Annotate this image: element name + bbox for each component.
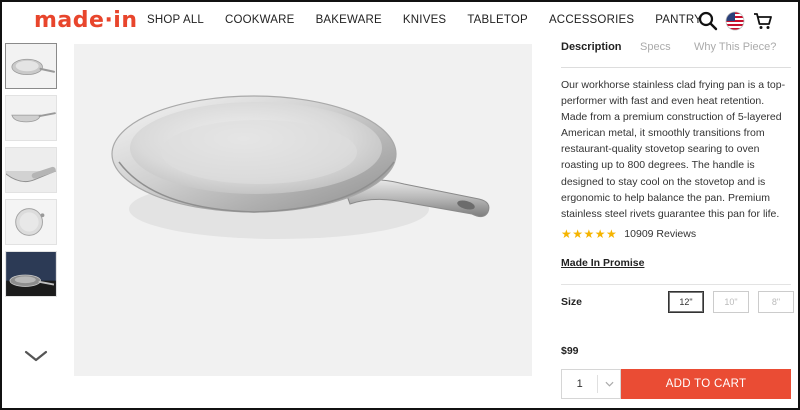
thumbnail-pan-side[interactable]: [5, 95, 57, 141]
nav-cookware[interactable]: COOKWARE: [225, 14, 295, 26]
nav-knives[interactable]: KNIVES: [403, 14, 446, 26]
search-icon[interactable]: [698, 11, 718, 31]
us-flag-icon[interactable]: [725, 11, 745, 31]
nav-pantry[interactable]: PANTRY: [655, 14, 702, 26]
size-label: Size: [561, 296, 583, 308]
product-tabs: Description Specs Why This Piece?: [561, 40, 791, 68]
cart-icon[interactable]: [753, 11, 773, 31]
nav-bakeware[interactable]: BAKEWARE: [316, 14, 382, 26]
thumbnail-pan-inside[interactable]: [5, 199, 57, 245]
main-nav: SHOP ALL COOKWARE BAKEWARE KNIVES TABLET…: [147, 14, 723, 26]
chevron-down-icon[interactable]: [598, 369, 620, 399]
tab-specs[interactable]: Specs: [640, 41, 671, 53]
divider: [561, 284, 791, 285]
size-option-10[interactable]: 10": [713, 291, 749, 313]
made-in-logo[interactable]: made·in: [34, 8, 138, 33]
nav-accessories[interactable]: ACCESSORIES: [549, 14, 634, 26]
frying-pan-image: [74, 44, 532, 376]
thumbnail-pan-stovetop[interactable]: [5, 251, 57, 297]
product-description: Our workhorse stainless clad frying pan …: [561, 79, 786, 220]
chevron-down-icon[interactable]: [23, 349, 49, 363]
size-option-8[interactable]: 8": [758, 291, 794, 313]
quantity-select[interactable]: 1: [561, 369, 621, 399]
star-rating-icon: ★★★★★: [561, 227, 618, 241]
tab-why-this-piece[interactable]: Why This Piece?: [694, 41, 776, 53]
review-count[interactable]: 10909 Reviews: [624, 228, 696, 240]
site-header: made·in SHOP ALL COOKWARE BAKEWARE KNIVE…: [2, 2, 798, 40]
main-product-image: [74, 44, 532, 376]
product-rating[interactable]: ★★★★★ 10909 Reviews: [561, 227, 696, 241]
made-in-promise-link[interactable]: Made In Promise: [561, 257, 644, 269]
thumbnail-pan-handle[interactable]: [5, 147, 57, 193]
nav-shop-all[interactable]: SHOP ALL: [147, 14, 204, 26]
quantity-value: 1: [576, 378, 583, 390]
nav-tabletop[interactable]: TABLETOP: [467, 14, 528, 26]
product-price: $99: [561, 345, 579, 357]
size-option-12[interactable]: 12": [668, 291, 704, 313]
add-to-cart-button[interactable]: ADD TO CART: [621, 369, 791, 399]
tab-description[interactable]: Description: [561, 41, 622, 53]
thumbnail-pan-top[interactable]: [5, 43, 57, 89]
